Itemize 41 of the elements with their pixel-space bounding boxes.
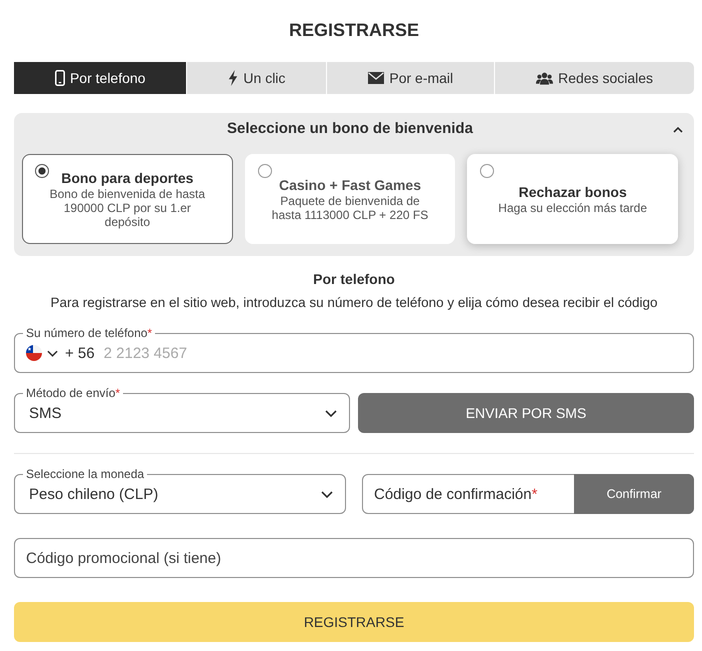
bonus-option-card[interactable]: Rechazar bonos Haga su elección más tarde <box>467 154 678 244</box>
tab[interactable]: Redes sociales <box>495 62 694 94</box>
option-description: Haga su elección más tarde <box>498 201 648 215</box>
tab[interactable]: Un clic <box>187 62 326 94</box>
bonus-option-card[interactable]: Bono para deportes Bono de bienvenida de hasta 190000 CLP por su 1.er depósito <box>22 154 233 244</box>
promo-code-field[interactable]: Código promocional (si tiene) <box>14 538 694 578</box>
option-description: Bono de bienvenida de hasta 190000 CLP por su 1.er depósito <box>48 187 206 229</box>
bonus-option-card[interactable]: Casino + Fast Games Paquete de bienvenida de hasta 1113000 CLP + 220 FS <box>244 154 456 244</box>
users-icon <box>536 72 554 84</box>
field-label: Su número de teléfono* <box>23 326 156 340</box>
send-sms-button[interactable]: ENVIAR POR SMS <box>358 393 694 433</box>
phone-icon <box>54 70 65 86</box>
currency-select[interactable]: Seleccione la moneda Peso chileno (CLP) <box>14 467 346 514</box>
chevron-up-icon[interactable] <box>673 127 683 133</box>
confirmation-code-field[interactable]: Código de confirmación* Confirmar <box>362 474 694 514</box>
radio-button[interactable] <box>258 164 272 178</box>
radio-button[interactable] <box>480 164 494 178</box>
radio-button[interactable] <box>35 164 49 178</box>
page-title: REGISTRARSE <box>288 19 420 42</box>
option-title: Bono para deportes <box>61 169 194 187</box>
tab[interactable]: Por telefono <box>14 62 186 94</box>
chevron-down-icon <box>325 410 337 416</box>
option-title: Casino + Fast Games <box>278 176 421 194</box>
option-description: Paquete de bienvenida de hasta 1113000 CLP + 220 FS <box>270 194 430 222</box>
chevron-down-icon <box>321 490 333 498</box>
phone-number-field[interactable]: Su número de teléfono* + 56 2 2123 4567 <box>14 326 694 373</box>
field-label: Método de envío* <box>23 386 124 400</box>
envelope-icon <box>368 72 384 84</box>
chevron-down-icon <box>47 350 58 356</box>
field-label: Seleccione la moneda <box>23 467 148 481</box>
panel-heading: Seleccione un bono de bienvenida <box>227 119 473 139</box>
option-title: Rechazar bonos <box>518 183 627 201</box>
delivery-method-select[interactable]: Método de envío* SMS <box>14 386 350 433</box>
section-heading: Por telefono <box>313 270 395 288</box>
register-button[interactable]: REGISTRARSE <box>14 602 694 642</box>
country-code-select[interactable]: + 56 <box>26 344 95 362</box>
bolt-icon <box>228 70 238 86</box>
confirm-button[interactable]: Confirmar <box>574 474 694 514</box>
instruction-text: Para registrarse en el sitio web, introduzca su número de teléfono y elija cómo desea recibir el código <box>49 294 659 312</box>
tab[interactable]: Por e-mail <box>327 62 494 94</box>
chile-flag-icon <box>26 345 42 361</box>
